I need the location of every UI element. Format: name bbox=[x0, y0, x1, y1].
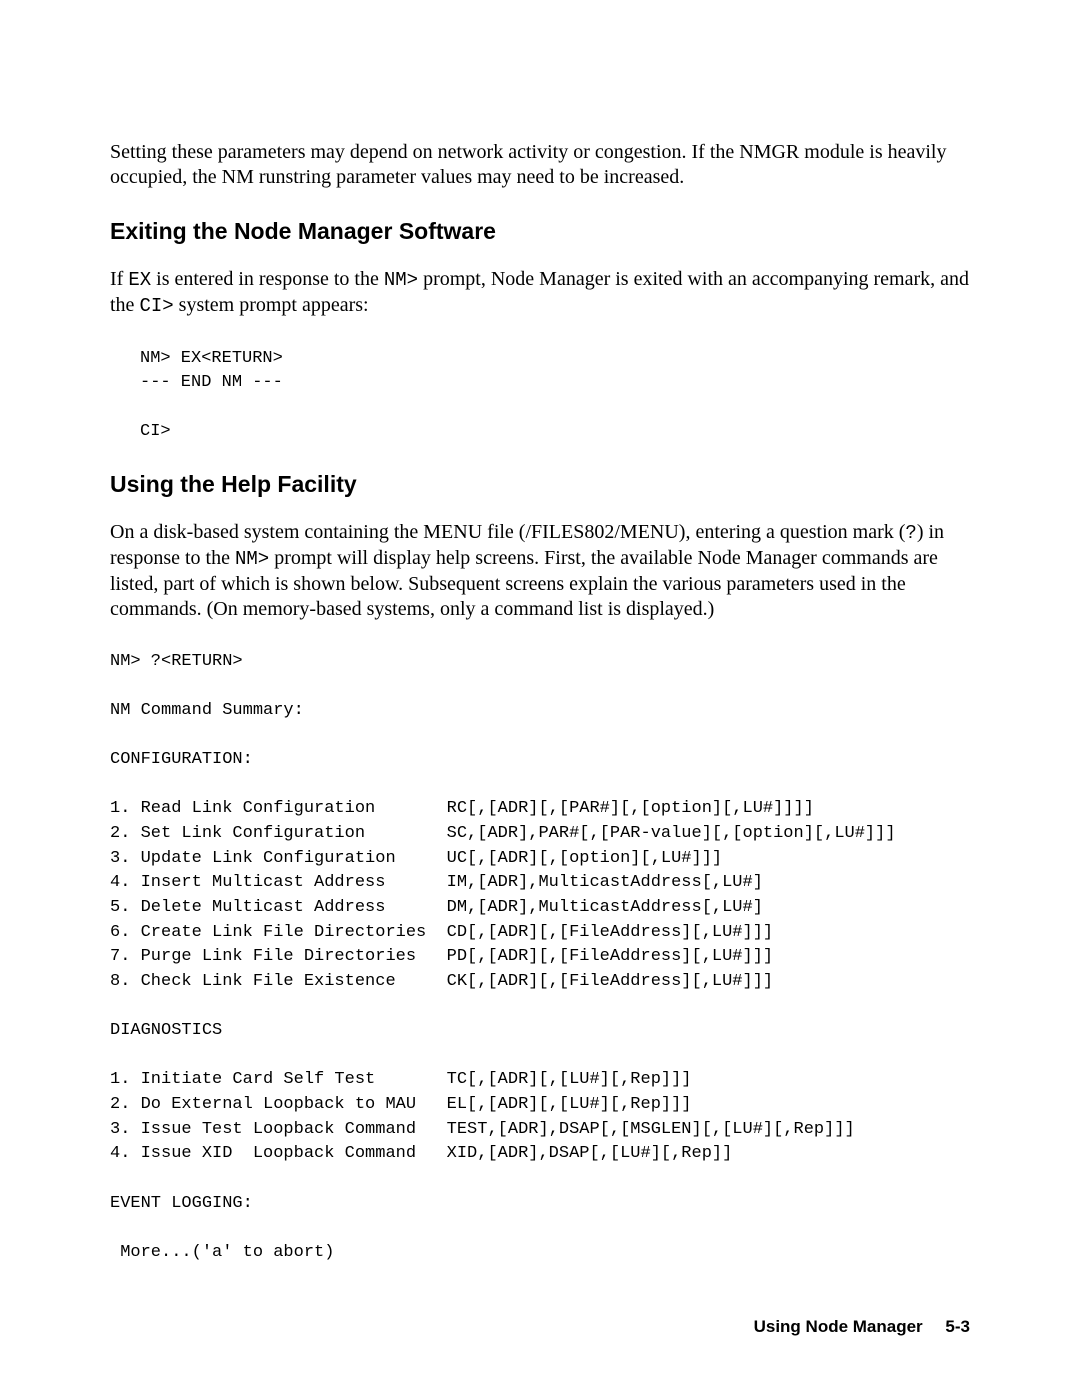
inline-code-question-mark: ? bbox=[905, 522, 916, 544]
section-heading-help: Using the Help Facility bbox=[110, 471, 970, 498]
section1-paragraph: If EX is entered in response to the NM> … bbox=[110, 267, 970, 319]
section-heading-exiting: Exiting the Node Manager Software bbox=[110, 218, 970, 245]
code-block-exit-example: NM> EX<RETURN> --- END NM --- CI> bbox=[140, 347, 970, 446]
text-fragment: system prompt appears: bbox=[174, 294, 369, 316]
inline-code-nm-prompt: NM> bbox=[384, 269, 418, 291]
document-page: Setting these parameters may depend on n… bbox=[0, 0, 1080, 1397]
text-fragment: If bbox=[110, 268, 128, 290]
inline-code-ci-prompt: CI> bbox=[139, 295, 173, 317]
footer-title: Using Node Manager bbox=[754, 1317, 923, 1336]
text-fragment: is entered in response to the bbox=[151, 268, 384, 290]
section2-paragraph: On a disk-based system containing the ME… bbox=[110, 520, 970, 622]
intro-paragraph: Setting these parameters may depend on n… bbox=[110, 140, 970, 190]
inline-code-ex: EX bbox=[128, 269, 151, 291]
inline-code-nm-prompt: NM> bbox=[235, 548, 269, 570]
page-footer: Using Node Manager 5-3 bbox=[754, 1317, 970, 1337]
text-fragment: On a disk-based system containing the ME… bbox=[110, 521, 905, 543]
code-block-help-output: NM> ?<RETURN> NM Command Summary: CONFIG… bbox=[110, 650, 970, 1266]
footer-page-number: 5-3 bbox=[945, 1317, 970, 1336]
